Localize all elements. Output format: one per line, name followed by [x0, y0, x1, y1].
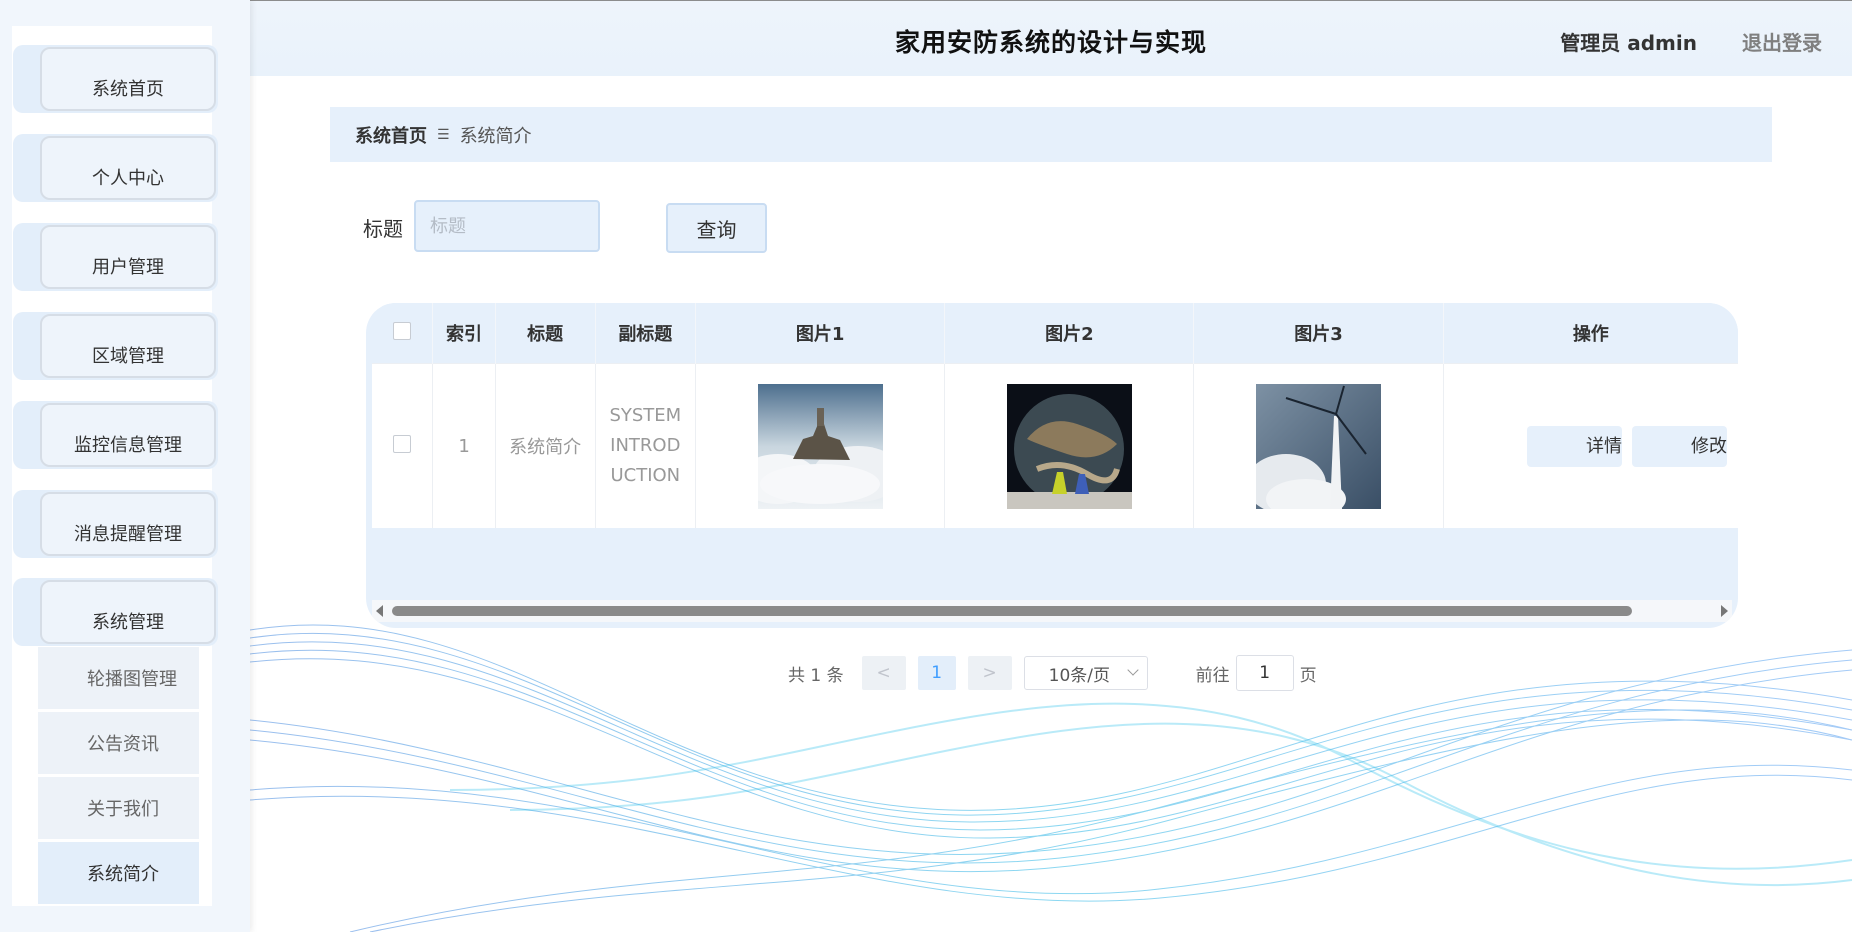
sidebar-item-label: 系统首页: [40, 47, 216, 111]
search-title-input[interactable]: [414, 200, 600, 252]
search-button[interactable]: 查询: [666, 203, 767, 253]
sidebar: 系统首页 个人中心 用户管理 区域管理 监控信息管理 消息提醒管理 系统管理 轮…: [0, 0, 250, 932]
search-title-label: 标题: [363, 217, 403, 241]
sidebar-item-label: 监控信息管理: [40, 403, 216, 467]
page-number-1[interactable]: 1: [917, 656, 956, 690]
pagination-total: 共 1 条: [788, 665, 844, 686]
row-title: 系统简介: [495, 363, 596, 528]
row-index: 1: [432, 363, 496, 528]
sidebar-item-system-management[interactable]: 系统管理: [13, 578, 218, 646]
chevron-down-icon: [1126, 664, 1139, 676]
select-all-checkbox[interactable]: [393, 321, 412, 340]
wind-turbine-image[interactable]: [1256, 383, 1382, 509]
sidebar-subitem-announcements[interactable]: 公告资讯: [38, 712, 199, 774]
sidebar-subitem-label: 轮播图管理: [87, 669, 177, 690]
sidebar-item-personal-center[interactable]: 个人中心: [13, 134, 218, 202]
sidebar-item-area-management[interactable]: 区域管理: [13, 312, 218, 380]
sidebar-item-message-management[interactable]: 消息提醒管理: [13, 490, 218, 558]
next-page-button[interactable]: >: [967, 656, 1012, 690]
row-subtitle-line: SYSTEM: [609, 405, 682, 426]
scrollbar-thumb[interactable]: [392, 606, 1632, 616]
earth-figures-image[interactable]: [1006, 383, 1132, 509]
pagination: 共 1 条 < 1 > 10条/页 前往 页: [788, 655, 1317, 691]
castle-in-clouds-image[interactable]: [757, 383, 883, 509]
sidebar-item-label: 用户管理: [40, 225, 216, 289]
table-header-image2: 图片2: [944, 303, 1195, 364]
table-row: 1 系统简介 SYSTEM INTROD UCTION 详情 修改: [372, 363, 1738, 528]
row-image2-cell: [944, 363, 1195, 528]
row-image1-cell: [695, 363, 946, 528]
sidebar-subitem-system-intro[interactable]: 系统简介: [38, 842, 199, 904]
scroll-left-icon[interactable]: [376, 605, 383, 617]
top-header: 家用安防系统的设计与实现 管理员 admin 退出登录: [250, 0, 1852, 76]
row-image3-cell: [1193, 363, 1444, 528]
table-header-actions: 操作: [1443, 303, 1738, 364]
table-header-title: 标题: [495, 303, 596, 364]
scroll-right-icon[interactable]: [1721, 605, 1728, 617]
data-table: 索引 标题 副标题 图片1 图片2 图片3 操作 1 系统简介 SYSTEM I…: [366, 303, 1738, 628]
row-checkbox[interactable]: [393, 434, 412, 453]
breadcrumb-current: 系统简介: [459, 125, 532, 147]
page-size-select[interactable]: 10条/页: [1023, 656, 1148, 690]
breadcrumb: 系统首页 ☰ 系统简介: [330, 107, 1772, 162]
current-user: 管理员 admin: [1560, 31, 1697, 55]
prev-page-button[interactable]: <: [861, 656, 906, 690]
sidebar-item-label: 个人中心: [40, 136, 216, 200]
detail-button[interactable]: 详情: [1527, 425, 1622, 467]
goto-prefix: 前往: [1195, 665, 1230, 686]
page-size-value: 10条/页: [1048, 665, 1110, 686]
main-content: 系统首页 ☰ 系统简介 标题 查询 索引 标题 副标题 图片1 图片2 图片3 …: [250, 75, 1852, 932]
sidebar-subitem-about-us[interactable]: 关于我们: [38, 777, 199, 839]
table-header-subtitle: 副标题: [595, 303, 697, 364]
sidebar-subitem-carousel[interactable]: 轮播图管理: [38, 647, 199, 709]
sidebar-item-label: 系统管理: [40, 580, 216, 644]
sidebar-item-user-management[interactable]: 用户管理: [13, 223, 218, 291]
row-subtitle-line: INTROD: [610, 435, 681, 456]
goto-suffix: 页: [1299, 665, 1317, 686]
sidebar-item-monitor-management[interactable]: 监控信息管理: [13, 401, 218, 469]
sidebar-subitem-label: 公告资讯: [87, 734, 159, 755]
breadcrumb-home[interactable]: 系统首页: [355, 122, 427, 148]
sidebar-item-label: 消息提醒管理: [40, 492, 216, 556]
table-header-image1: 图片1: [695, 303, 946, 364]
table-header-row: 索引 标题 副标题 图片1 图片2 图片3 操作: [372, 303, 1738, 364]
row-actions: 详情 修改: [1443, 363, 1738, 528]
row-subtitle: SYSTEM INTROD UCTION: [595, 363, 697, 528]
sidebar-subitem-label: 系统简介: [87, 864, 159, 885]
sidebar-subitem-label: 关于我们: [87, 799, 159, 820]
row-subtitle-line: UCTION: [610, 465, 681, 486]
edit-button[interactable]: 修改: [1632, 425, 1727, 467]
goto-page-input[interactable]: [1235, 655, 1294, 691]
horizontal-scrollbar[interactable]: [372, 600, 1732, 622]
sidebar-item-home[interactable]: 系统首页: [13, 45, 218, 113]
sidebar-item-label: 区域管理: [40, 314, 216, 378]
row-select-cell: [372, 363, 434, 528]
logout-link[interactable]: 退出登录: [1742, 27, 1822, 56]
table-header-select[interactable]: [372, 303, 434, 364]
breadcrumb-separator-icon: ☰: [437, 126, 450, 143]
table-header-image3: 图片3: [1193, 303, 1444, 364]
table-header-index: 索引: [432, 303, 496, 364]
